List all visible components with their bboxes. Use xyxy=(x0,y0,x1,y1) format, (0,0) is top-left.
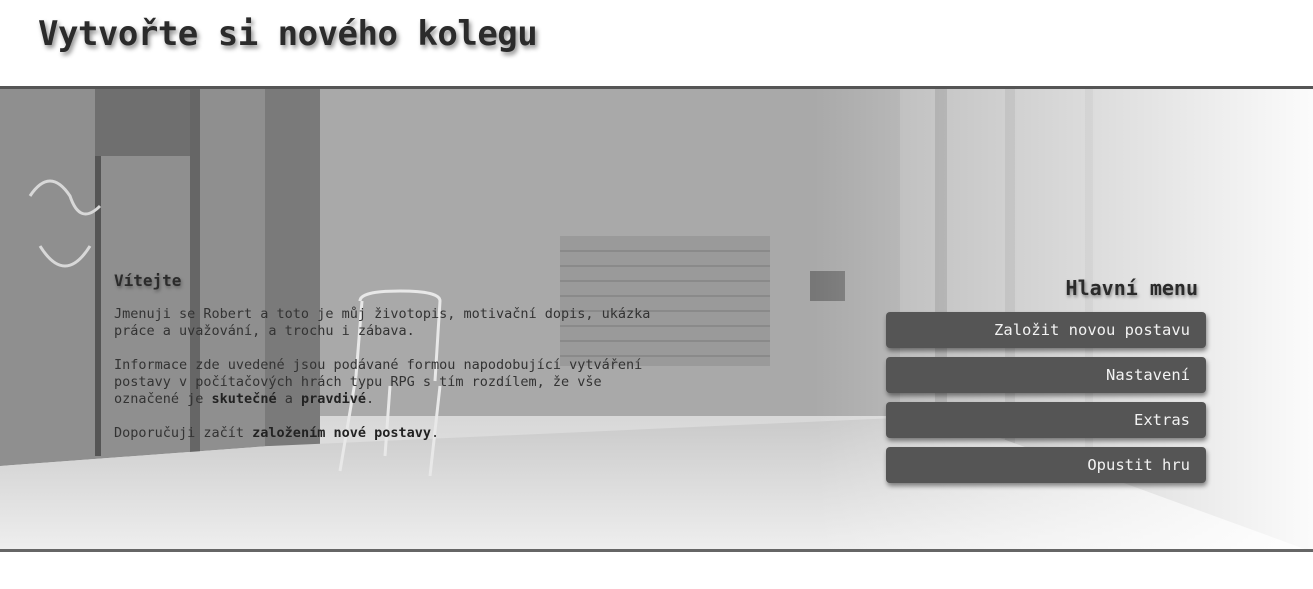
intro-text: Doporučuji začít xyxy=(114,425,253,441)
emphasis-real: skutečné xyxy=(211,391,277,407)
intro-paragraph-3: Doporučuji začít založením nové postavy. xyxy=(114,425,654,442)
intro-text: Informace zde uvedené jsou podávané form… xyxy=(114,357,643,407)
new-character-link-text: založením nové postavy xyxy=(252,425,431,441)
intro-text: . xyxy=(366,391,375,407)
intro-paragraph-2: Informace zde uvedené jsou podávané form… xyxy=(114,357,654,408)
quit-game-button[interactable]: Opustit hru xyxy=(886,447,1206,483)
extras-button[interactable]: Extras xyxy=(886,402,1206,438)
hero-bottom-border xyxy=(0,549,1313,552)
hero-section: Vítejte Jmenuji se Robert a toto je můj … xyxy=(0,86,1313,552)
settings-button[interactable]: Nastavení xyxy=(886,357,1206,393)
intro-section: Vítejte Jmenuji se Robert a toto je můj … xyxy=(114,272,654,459)
intro-paragraph-1: Jmenuji se Robert a toto je můj životopi… xyxy=(114,306,651,339)
intro-text: . xyxy=(430,425,440,441)
header: Vytvořte si nového kolegu xyxy=(0,0,1313,86)
new-character-button[interactable]: Založit novou postavu xyxy=(886,312,1206,348)
emphasis-true: pravdivé xyxy=(300,391,366,407)
main-menu: Hlavní menu Založit novou postavu Nastav… xyxy=(886,276,1206,492)
hero-top-border xyxy=(0,86,1313,89)
main-menu-title: Hlavní menu xyxy=(1065,276,1198,300)
intro-heading: Vítejte xyxy=(114,271,182,290)
page-title: Vytvořte si nového kolegu xyxy=(38,14,538,54)
intro-text: a xyxy=(276,391,301,407)
